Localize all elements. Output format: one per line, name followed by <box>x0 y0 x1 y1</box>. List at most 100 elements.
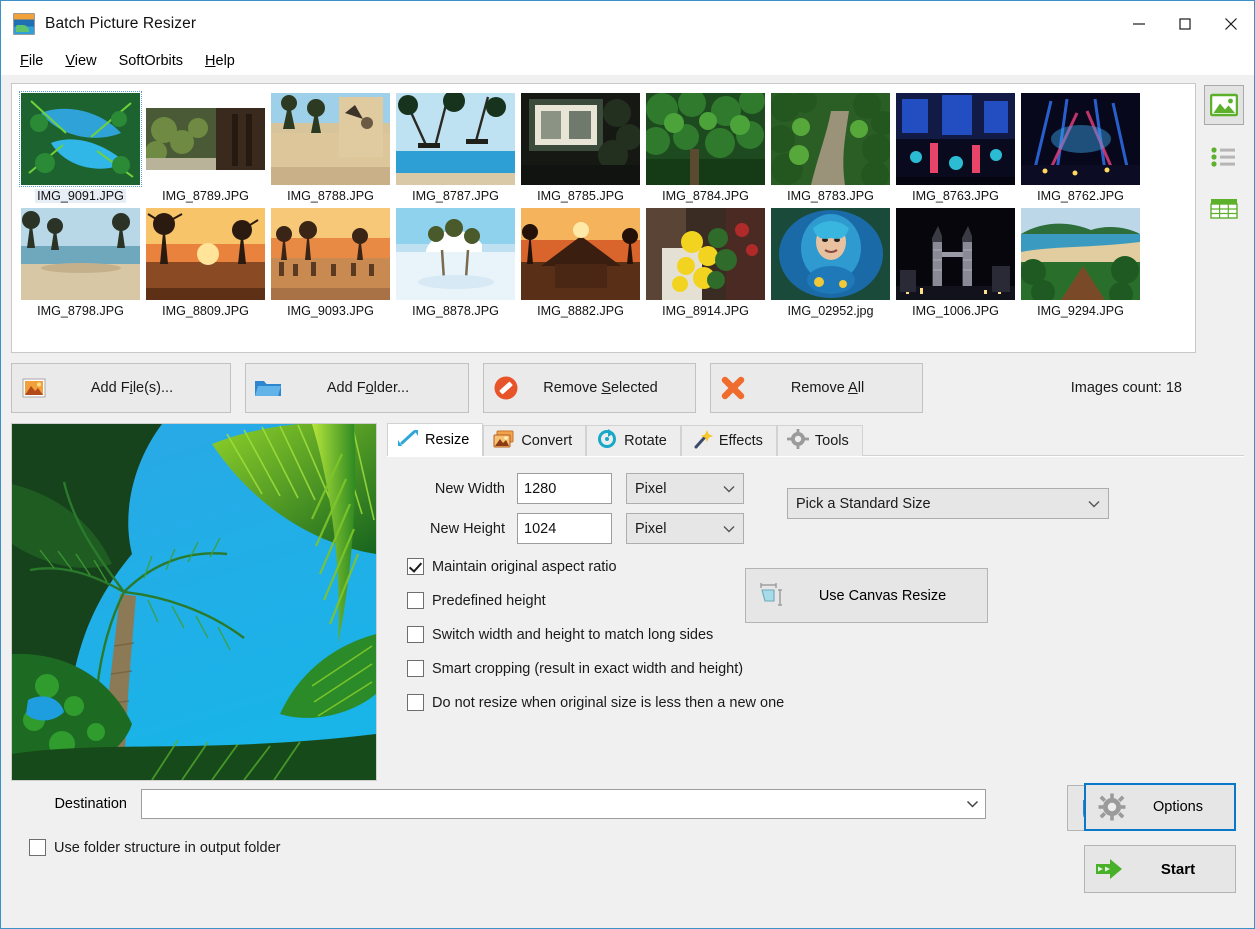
details-view-button[interactable] <box>1204 189 1244 229</box>
use-folder-structure-checkbox[interactable] <box>29 839 46 856</box>
list-view-button[interactable] <box>1204 137 1244 177</box>
app-logo-icon <box>13 13 35 35</box>
add-folder-pre: Add F <box>327 380 366 396</box>
resize-tab-pane: New Width Pixel New Height Pixel <box>387 457 1244 781</box>
tab-resize[interactable]: Resize <box>387 423 483 456</box>
use-canvas-resize-button[interactable]: Use Canvas Resize <box>745 568 988 623</box>
thumbnail-item[interactable]: IMG_8789.JPG <box>143 90 268 203</box>
resize-option-checkbox[interactable] <box>407 660 424 677</box>
resize-option-checkbox[interactable] <box>407 592 424 609</box>
menu-bar: File View SoftOrbits Help <box>1 47 1254 75</box>
thumbnail-image-box[interactable] <box>270 92 391 186</box>
thumbnail-panel[interactable]: IMG_9091.JPG IMG_8789.JPG IMG_8788.JPG I… <box>11 83 1196 353</box>
thumbnail-image-box[interactable] <box>395 92 516 186</box>
destination-combo[interactable] <box>141 789 986 819</box>
thumbnail-row: IMG_9091.JPG IMG_8789.JPG IMG_8788.JPG I… <box>11 83 1244 353</box>
resize-option-row[interactable]: Smart cropping (result in exact width an… <box>387 660 1244 677</box>
thumbnail-item[interactable]: IMG_8784.JPG <box>643 90 768 203</box>
thumbnail-item[interactable]: IMG_8762.JPG <box>1018 90 1143 203</box>
add-files-post: le(s)... <box>133 380 173 396</box>
thumbnail-image-box[interactable] <box>645 207 766 301</box>
thumbnail-image-box[interactable] <box>520 92 641 186</box>
close-button[interactable] <box>1208 1 1254 47</box>
window-title: Batch Picture Resizer <box>45 15 196 33</box>
thumbnail-item[interactable]: IMG_1006.JPG <box>893 205 1018 318</box>
resize-option-row[interactable]: Do not resize when original size is less… <box>387 694 1244 711</box>
resize-option-checkbox[interactable] <box>407 626 424 643</box>
use-folder-structure-label: Use folder structure in output folder <box>54 840 280 856</box>
thumbnail-image-box[interactable] <box>270 207 391 301</box>
new-width-label: New Width <box>387 481 517 497</box>
thumbnail-item[interactable]: IMG_8878.JPG <box>393 205 518 318</box>
thumbnail-item[interactable]: IMG_8785.JPG <box>518 90 643 203</box>
thumbnail-filename: IMG_1006.JPG <box>910 304 1001 318</box>
tab-rotate[interactable]: Rotate <box>586 425 681 456</box>
thumbnail-image-box[interactable] <box>1020 207 1141 301</box>
thumbnail-image-box[interactable] <box>1020 92 1141 186</box>
width-unit-select[interactable]: Pixel <box>626 473 744 504</box>
thumbnail-item[interactable]: IMG_8809.JPG <box>143 205 268 318</box>
standard-size-value: Pick a Standard Size <box>796 496 1088 512</box>
standard-size-select[interactable]: Pick a Standard Size <box>787 488 1109 519</box>
tab-strip-filler <box>863 455 1244 456</box>
maximize-button[interactable] <box>1162 1 1208 47</box>
add-files-button[interactable]: Add File(s)... <box>11 363 231 413</box>
thumbnail-view-button[interactable] <box>1204 85 1244 125</box>
tab-convert[interactable]: Convert <box>483 425 586 456</box>
thumbnail-item[interactable]: IMG_8882.JPG <box>518 205 643 318</box>
convert-images-icon <box>493 429 515 453</box>
thumbnail-image-box[interactable] <box>145 92 266 186</box>
add-folder-button[interactable]: Add Folder... <box>245 363 469 413</box>
menu-item-file[interactable]: File <box>11 50 52 72</box>
resize-option-checkbox[interactable] <box>407 558 424 575</box>
thumbnail-item[interactable]: IMG_02952.jpg <box>768 205 893 318</box>
thumbnail-image-box[interactable] <box>520 207 641 301</box>
menu-item-help[interactable]: Help <box>196 50 244 72</box>
thumbnail-filename: IMG_02952.jpg <box>785 304 875 318</box>
thumbnail-item[interactable]: IMG_9091.JPG <box>18 90 143 203</box>
thumbnail-item[interactable]: IMG_9093.JPG <box>268 205 393 318</box>
new-height-input[interactable] <box>517 513 612 544</box>
chevron-down-icon <box>1088 500 1100 508</box>
minimize-button[interactable] <box>1116 1 1162 47</box>
thumbnail-image-box[interactable] <box>395 207 516 301</box>
use-folder-structure-row[interactable]: Use folder structure in output folder <box>11 839 1244 856</box>
thumbnail-image-box[interactable] <box>895 92 1016 186</box>
thumbnail-item[interactable]: IMG_8788.JPG <box>268 90 393 203</box>
resize-option-checkbox[interactable] <box>407 694 424 711</box>
thumbnail-image-box[interactable] <box>770 207 891 301</box>
remove-selected-button[interactable]: Remove Selected <box>483 363 696 413</box>
thumbnail-image-box[interactable] <box>20 92 141 186</box>
thumbnail-item[interactable]: IMG_8914.JPG <box>643 205 768 318</box>
thumbnail-filename: IMG_8785.JPG <box>535 189 626 203</box>
thumbnail-image-box[interactable] <box>895 207 1016 301</box>
thumbnail-item[interactable]: IMG_8763.JPG <box>893 90 1018 203</box>
thumbnail-image <box>21 93 140 185</box>
menu-item-softorbits[interactable]: SoftOrbits <box>110 50 192 72</box>
options-button[interactable]: Options <box>1084 783 1236 831</box>
thumbnail-image-box[interactable] <box>770 92 891 186</box>
menu-item-view[interactable]: View <box>56 50 105 72</box>
tab-tools[interactable]: Tools <box>777 425 863 456</box>
thumbnail-item[interactable]: IMG_8783.JPG <box>768 90 893 203</box>
thumbnail-image-box[interactable] <box>20 207 141 301</box>
remove-all-button[interactable]: Remove All <box>710 363 923 413</box>
remove-all-post: ll <box>858 380 864 396</box>
add-files-label: Add File(s)... <box>56 380 230 396</box>
thumbnail-image-box[interactable] <box>145 207 266 301</box>
thumbnail-filename: IMG_8882.JPG <box>535 304 626 318</box>
menu-accel-help: H <box>205 53 215 69</box>
tab-label: Resize <box>425 432 469 448</box>
thumbnail-item[interactable]: IMG_9294.JPG <box>1018 205 1143 318</box>
thumbnail-image <box>146 208 265 300</box>
tab-effects[interactable]: Effects <box>681 425 777 456</box>
thumbnail-filename: IMG_8878.JPG <box>410 304 501 318</box>
new-width-input[interactable] <box>517 473 612 504</box>
height-unit-select[interactable]: Pixel <box>626 513 744 544</box>
resize-option-label: Do not resize when original size is less… <box>432 695 784 711</box>
start-button[interactable]: Start <box>1084 845 1236 893</box>
resize-option-row[interactable]: Switch width and height to match long si… <box>387 626 1244 643</box>
thumbnail-item[interactable]: IMG_8798.JPG <box>18 205 143 318</box>
thumbnail-item[interactable]: IMG_8787.JPG <box>393 90 518 203</box>
thumbnail-image-box[interactable] <box>645 92 766 186</box>
